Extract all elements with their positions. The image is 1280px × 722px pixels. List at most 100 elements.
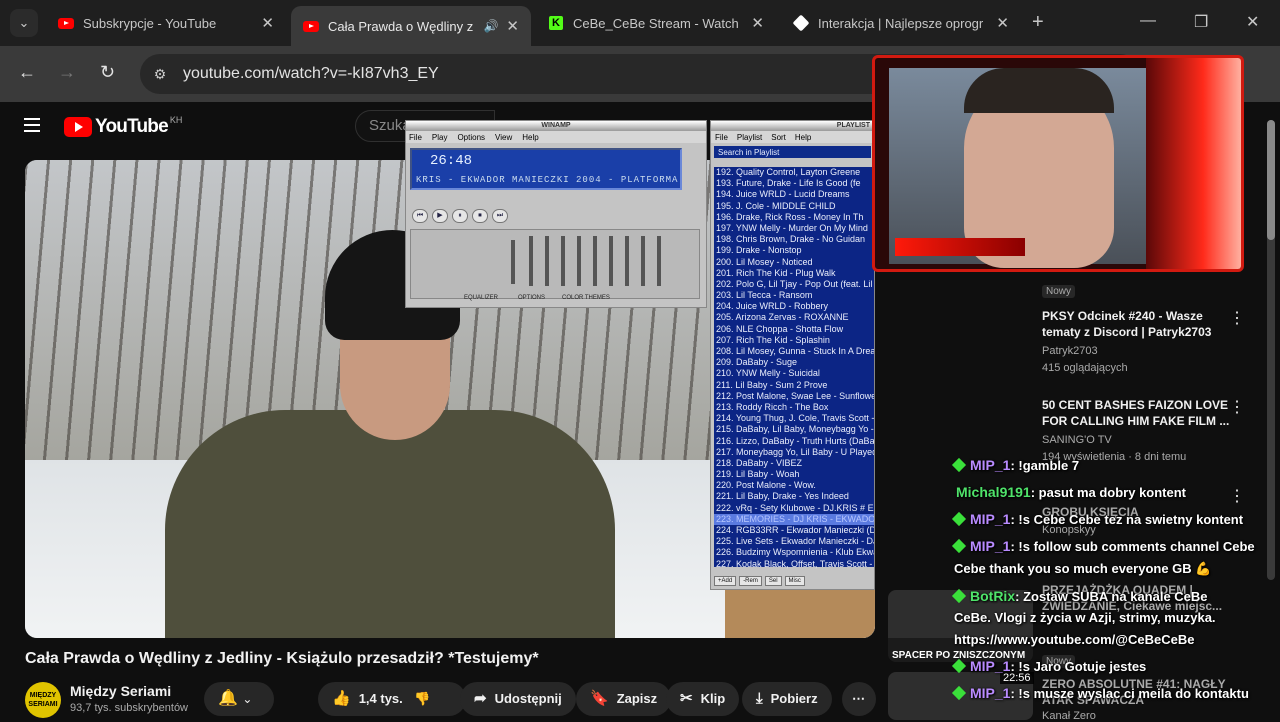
more-vert-icon[interactable]: ⋮ xyxy=(1229,486,1245,506)
recommendation-title[interactable]: PKSY Odcinek #240 - Wasze tematy z Disco… xyxy=(1042,308,1232,340)
chat-text: CeBe. Vlogi z życia w Azji, strimy, muzy… xyxy=(954,610,1216,625)
winamp-window[interactable]: WINAMP File Play Options View Help 26:48 KRI… xyxy=(405,120,707,308)
tab-subskrypcje[interactable]: Subskrypcje - YouTube ✕ xyxy=(46,6,286,40)
chat-message: Michal9191: pasut ma dobry kontent xyxy=(956,484,1186,500)
clip-button[interactable]: ✂ Klip xyxy=(666,682,740,716)
playlist-row[interactable]: 217. Moneybagg Yo, Lil Baby - U Played (… xyxy=(714,447,874,458)
playlist-row[interactable]: 221. Lil Baby, Drake - Yes Indeed2:22 xyxy=(714,491,874,502)
pause-icon[interactable]: ⏸ xyxy=(452,209,468,223)
playlist-row[interactable]: 218. DaBaby - VIBEZ2:23 xyxy=(714,458,874,469)
playlist-row[interactable]: 224. RGB33RR - Ekwador Manieczki (Dj Kri… xyxy=(714,525,874,536)
more-actions-button[interactable]: ⋯ xyxy=(842,682,876,716)
more-vert-icon[interactable]: ⋮ xyxy=(1229,308,1245,328)
chat-message: https://www.youtube.com/@CeBeCeBe xyxy=(954,632,1194,647)
chat-username: MIP_1 xyxy=(970,658,1011,674)
playlist-track-list[interactable]: 192. Quality Control, Layton Greene 193. … xyxy=(714,167,874,570)
tab-interakcja[interactable]: Interakcja | Najlepsze oprogr ✕ xyxy=(781,6,1021,40)
playlist-row[interactable]: 208. Lil Mosey, Gunna - Stuck In A Dream… xyxy=(714,346,874,357)
speaker-icon[interactable]: 🔊 xyxy=(483,19,498,33)
playlist-row[interactable]: 219. Lil Baby - Woah3:02 xyxy=(714,469,874,480)
chat-message: MIP_1: !s follow sub comments channel Ce… xyxy=(951,538,1255,554)
playlist-row[interactable]: 212. Post Malone, Swae Lee - Sunflower -… xyxy=(714,391,874,402)
chat-message: MIP_1: !gamble 7 xyxy=(951,457,1080,473)
playlist-row[interactable]: 216. Lizzo, DaBaby - Truth Hurts (DaBaby… xyxy=(714,436,874,447)
playlist-row[interactable]: 192. Quality Control, Layton Greene xyxy=(714,167,874,178)
playlist-row[interactable]: 204. Juice WRLD - Robbery4:00 xyxy=(714,301,874,312)
subscriber-badge-icon xyxy=(951,511,967,527)
channel-avatar[interactable]: MIĘDZY SERIAMI xyxy=(25,682,61,718)
notifications-button[interactable]: 🔔 ⌄ xyxy=(204,682,274,716)
close-icon[interactable]: ✕ xyxy=(506,17,519,35)
playlist-row[interactable]: 196. Drake, Rick Ross - Money In Th xyxy=(714,212,874,223)
winamp-titlebar[interactable]: WINAMP xyxy=(406,121,706,131)
new-tab-button[interactable]: + xyxy=(1032,11,1044,34)
playlist-row[interactable]: 211. Lil Baby - Sum 2 Prove3:25 xyxy=(714,380,874,391)
playlist-row[interactable]: 210. YNW Melly - Suicidal3:42 xyxy=(714,368,874,379)
more-vert-icon[interactable]: ⋮ xyxy=(1229,397,1245,417)
playlist-search-input[interactable]: Search in Playlist xyxy=(714,146,871,158)
chat-text: : !gamble 7 xyxy=(1010,458,1080,473)
url-text[interactable]: youtube.com/watch?v=-kI87vh3_EY xyxy=(183,65,439,83)
playlist-row[interactable]: 205. Arizona Zervas - ROXANNE2:42 xyxy=(714,312,874,323)
playlist-row[interactable]: 225. Live Sets - Ekwador Manieczki - DJ … xyxy=(714,536,874,547)
minimize-icon[interactable]: — xyxy=(1140,12,1156,30)
playlist-row[interactable]: 202. Polo G, Lil Tjay - Pop Out (feat. L… xyxy=(714,279,874,290)
restore-icon[interactable]: ❐ xyxy=(1194,12,1208,32)
playlist-row[interactable]: 220. Post Malone - Wow.2:29 xyxy=(714,480,874,491)
chat-text: : !s follow sub comments channel Cebe xyxy=(1010,539,1255,554)
reload-icon[interactable]: ↻ xyxy=(100,62,115,83)
winamp-equalizer[interactable] xyxy=(410,229,700,299)
playlist-row[interactable]: 223. MEMORIES - DJ KRIS - EKWADOR MANIEC… xyxy=(714,513,874,525)
playlist-row[interactable]: 227. Kodak Black, Offset, Travis Scott -… xyxy=(714,559,874,570)
close-icon[interactable]: ✕ xyxy=(996,14,1009,32)
playlist-row[interactable]: 214. Young Thug, J. Cole, Travis Scott -… xyxy=(714,413,874,424)
playlist-row[interactable]: 195. J. Cole - MIDDLE CHILD xyxy=(714,201,874,212)
tab-search-button[interactable]: ⌄ xyxy=(10,9,38,37)
playlist-row[interactable]: 226. Budzimy Wspomnienia - Klub Ekwador … xyxy=(714,547,874,558)
channel-name[interactable]: Między Seriami xyxy=(70,683,171,699)
play-icon[interactable]: ▶ xyxy=(432,209,448,223)
save-button[interactable]: 🔖 Zapisz xyxy=(576,682,672,716)
playlist-row[interactable]: 194. Juice WRLD - Lucid Dreams xyxy=(714,189,874,200)
winamp-playlist[interactable]: PLAYLIST File Playlist Sort Help Search in … xyxy=(710,120,875,590)
playlist-row[interactable]: 207. Rich The Kid - Splashin2:57 xyxy=(714,335,874,346)
playlist-row[interactable]: 199. Drake - Nonstop xyxy=(714,245,874,256)
like-button[interactable]: 👍 1,4 tys. 👎 xyxy=(318,682,466,716)
thumbs-down-icon[interactable]: 👎 xyxy=(414,682,430,716)
playlist-row[interactable]: 215. DaBaby, Lil Baby, Moneybagg Yo - TO… xyxy=(714,424,874,435)
tab-kick[interactable]: K CeBe_CeBe Stream - Watch l ✕ xyxy=(536,6,776,40)
playlist-row[interactable]: 206. NLE Choppa - Shotta Flow2:40 xyxy=(714,324,874,335)
chat-message: MIP_1: !s musze wyslac ci meila do konta… xyxy=(951,685,1249,701)
subscriber-badge-icon xyxy=(951,685,967,701)
playlist-row[interactable]: 200. Lil Mosey - Noticed xyxy=(714,257,874,268)
playlist-row[interactable]: 222. vRq - Sety Klubowe - DJ.KRIS # EKWA… xyxy=(714,503,874,514)
forward-icon[interactable]: → xyxy=(58,62,76,83)
page-scrollbar[interactable] xyxy=(1267,120,1275,580)
next-icon[interactable]: ⏭ xyxy=(492,209,508,223)
playlist-row[interactable]: 201. Rich The Kid - Plug Walk xyxy=(714,268,874,279)
share-button[interactable]: ➦ Udostępnij xyxy=(460,682,576,716)
tab-video-active[interactable]: Cała Prawda o Wędliny z 🔊 ✕ xyxy=(291,6,531,46)
playlist-row[interactable]: 213. Roddy Ricch - The Box3:16 xyxy=(714,402,874,413)
playlist-row[interactable]: 193. Future, Drake - Life Is Good (fe xyxy=(714,178,874,189)
close-icon[interactable]: ✕ xyxy=(261,14,274,32)
stop-icon[interactable]: ⏹ xyxy=(472,209,488,223)
winamp-display: 26:48 KRIS - EKWADOR MANIECZKI 2004 - PL… xyxy=(410,148,682,190)
playlist-row[interactable]: 209. DaBaby - Suge2:43 xyxy=(714,357,874,368)
close-icon[interactable]: ✕ xyxy=(751,14,764,32)
recommendation-title[interactable]: 50 CENT BASHES FAIZON LOVE FOR CALLING H… xyxy=(1042,397,1232,429)
chat-text: : pasut ma dobry kontent xyxy=(1030,485,1187,500)
menu-icon[interactable] xyxy=(24,118,40,132)
site-info-icon[interactable]: ⚙ xyxy=(150,64,170,84)
youtube-logo[interactable]: YouTube KH xyxy=(64,115,182,138)
browser-tab-strip: ⌄ Subskrypcje - YouTube ✕ Cała Prawda o … xyxy=(0,0,1280,46)
window-close-icon[interactable]: ✕ xyxy=(1246,12,1259,32)
previous-icon[interactable]: ⏮ xyxy=(412,209,428,223)
playlist-row[interactable]: 203. Lil Tecca - Ransom2:10 xyxy=(714,290,874,301)
download-button[interactable]: ⤓ Pobierz xyxy=(742,682,832,716)
playlist-row[interactable]: 198. Chris Brown, Drake - No Guidan xyxy=(714,234,874,245)
playlist-row[interactable]: 197. YNW Melly - Murder On My Mind xyxy=(714,223,874,234)
chat-text: : !s Cebe Cebe tez na swietny kontent xyxy=(1010,512,1244,527)
share-icon: ➦ xyxy=(474,690,487,707)
back-icon[interactable]: ← xyxy=(18,62,36,83)
